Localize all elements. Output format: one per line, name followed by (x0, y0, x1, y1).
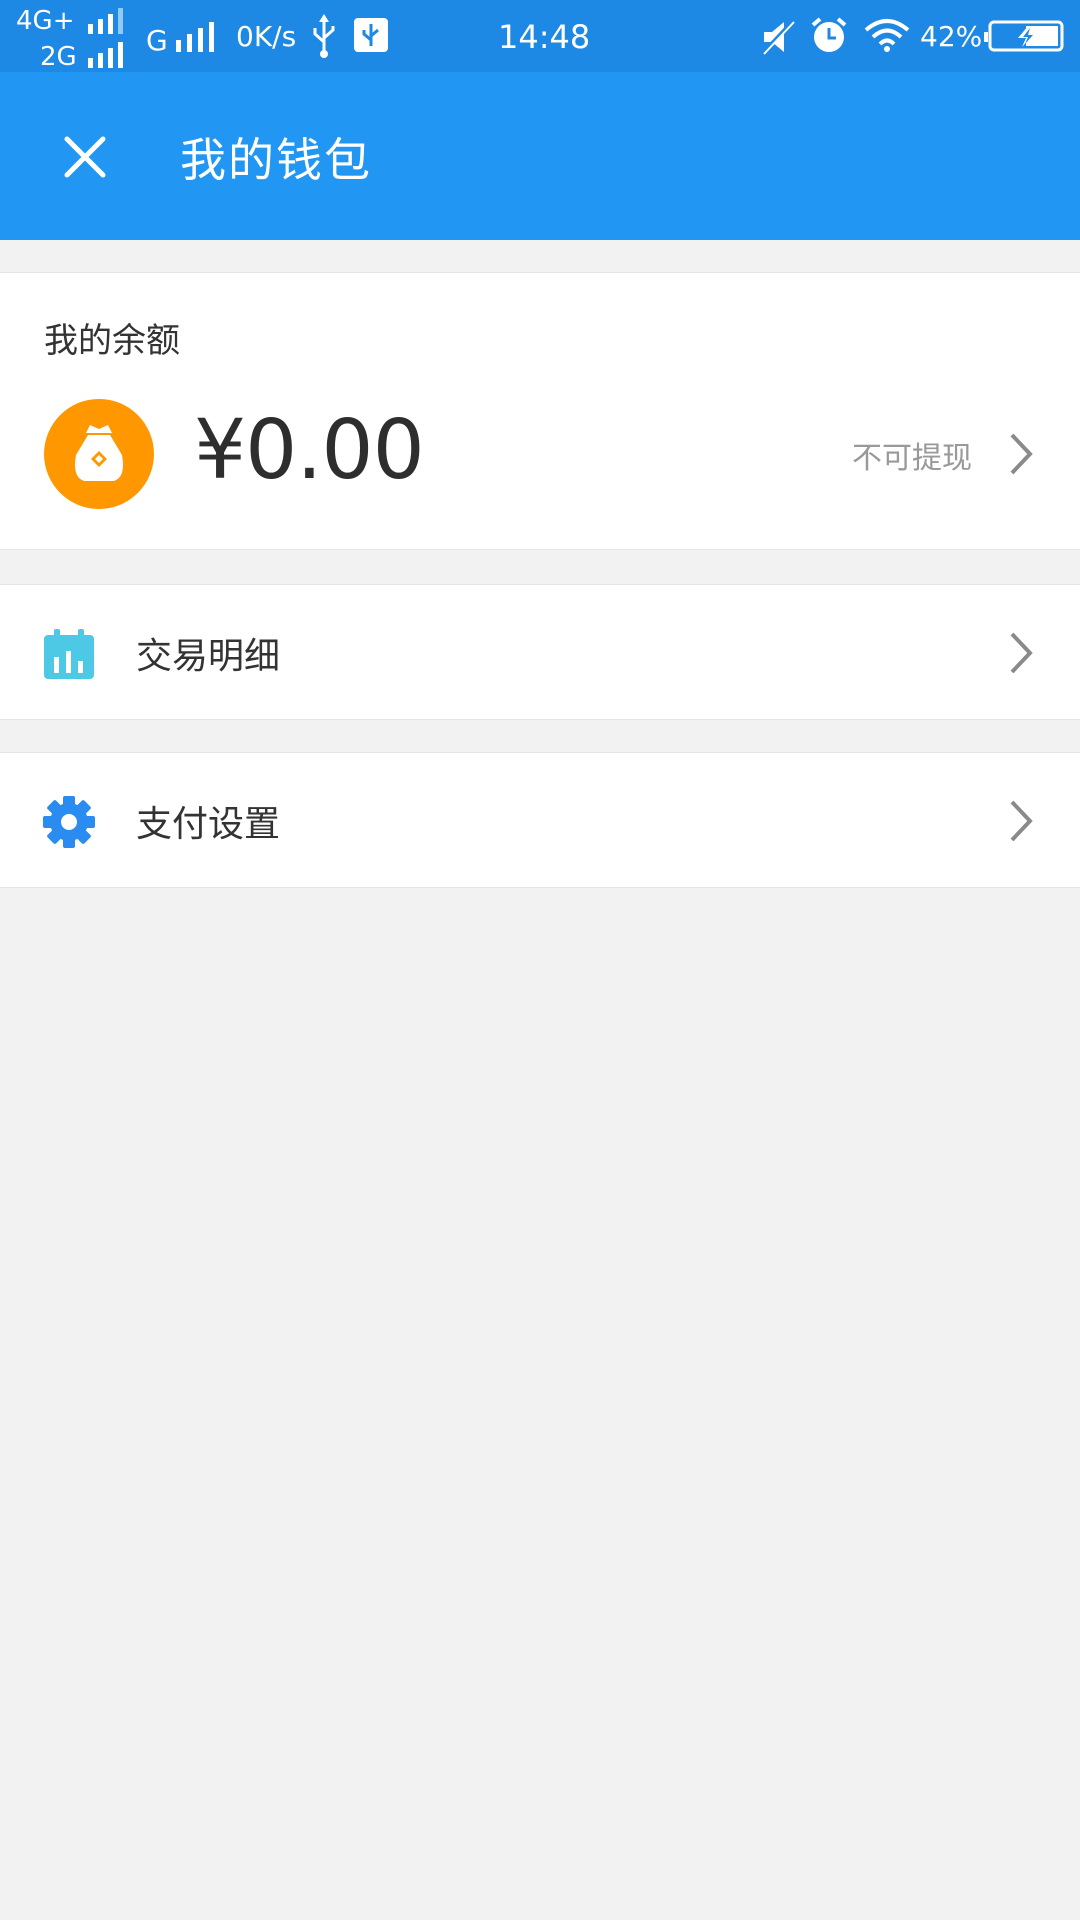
menu-item-transactions[interactable]: 交易明细 (0, 584, 1080, 720)
chevron-right-icon (1010, 433, 1033, 475)
gear-icon (43, 796, 95, 848)
usb-debug-icon (354, 18, 388, 52)
network-type-primary: 4G+ (16, 6, 75, 36)
menu-item-label: 支付设置 (136, 804, 281, 845)
clock: 14:48 (498, 18, 591, 56)
mute-icon (760, 18, 796, 56)
wifi-icon (864, 19, 910, 52)
network-speed: 0K/s (236, 20, 297, 53)
menu-item-payment-settings[interactable]: 支付设置 (0, 752, 1080, 888)
money-bag-icon (44, 399, 154, 509)
alarm-icon (811, 17, 847, 52)
battery-charging-icon (984, 20, 1064, 52)
close-icon (64, 136, 106, 178)
close-button[interactable] (40, 112, 130, 202)
battery-percentage: 42% (920, 20, 983, 53)
menu-item-label: 交易明细 (136, 636, 281, 677)
calendar-chart-icon (44, 629, 94, 679)
page-title: 我的钱包 (180, 133, 372, 187)
chevron-right-icon (1010, 800, 1033, 842)
status-bar: 4G+ 2G G 0K/s 14:48 42% (0, 0, 1080, 72)
usb-icon (313, 14, 335, 58)
balance-amount: ¥0.00 (194, 403, 425, 498)
signal-icon (176, 22, 214, 52)
balance-label: 我的余额 (44, 321, 180, 361)
network-type-tertiary: G (146, 24, 168, 57)
signal-icon (88, 8, 123, 34)
chevron-right-icon (1010, 632, 1033, 674)
network-type-secondary: 2G (40, 42, 77, 72)
app-bar: 我的钱包 (0, 72, 1080, 240)
withdraw-status: 不可提现 (852, 441, 972, 476)
signal-icon (88, 42, 123, 68)
balance-card[interactable]: 我的余额 ¥0.00 不可提现 (0, 272, 1080, 550)
